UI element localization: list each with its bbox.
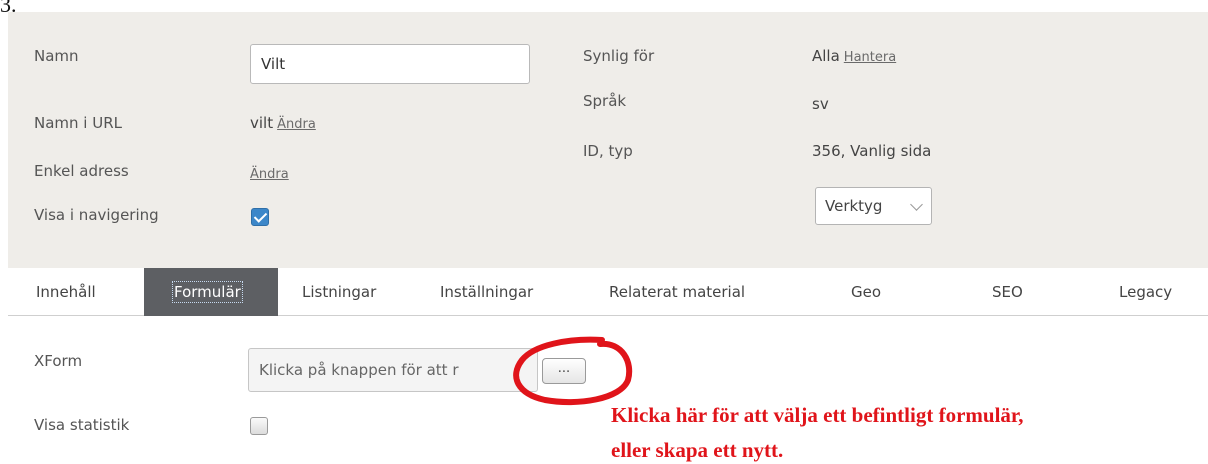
annotation-line-2: eller skapa ett nytt. [611, 438, 784, 462]
annotation-overlay [513, 336, 633, 406]
annotation-line-1: Klicka här för att välja ett befintligt … [611, 403, 1024, 427]
annotation-circle [513, 336, 633, 406]
annotation-text: Klicka här för att välja ett befintligt … [611, 398, 1201, 464]
